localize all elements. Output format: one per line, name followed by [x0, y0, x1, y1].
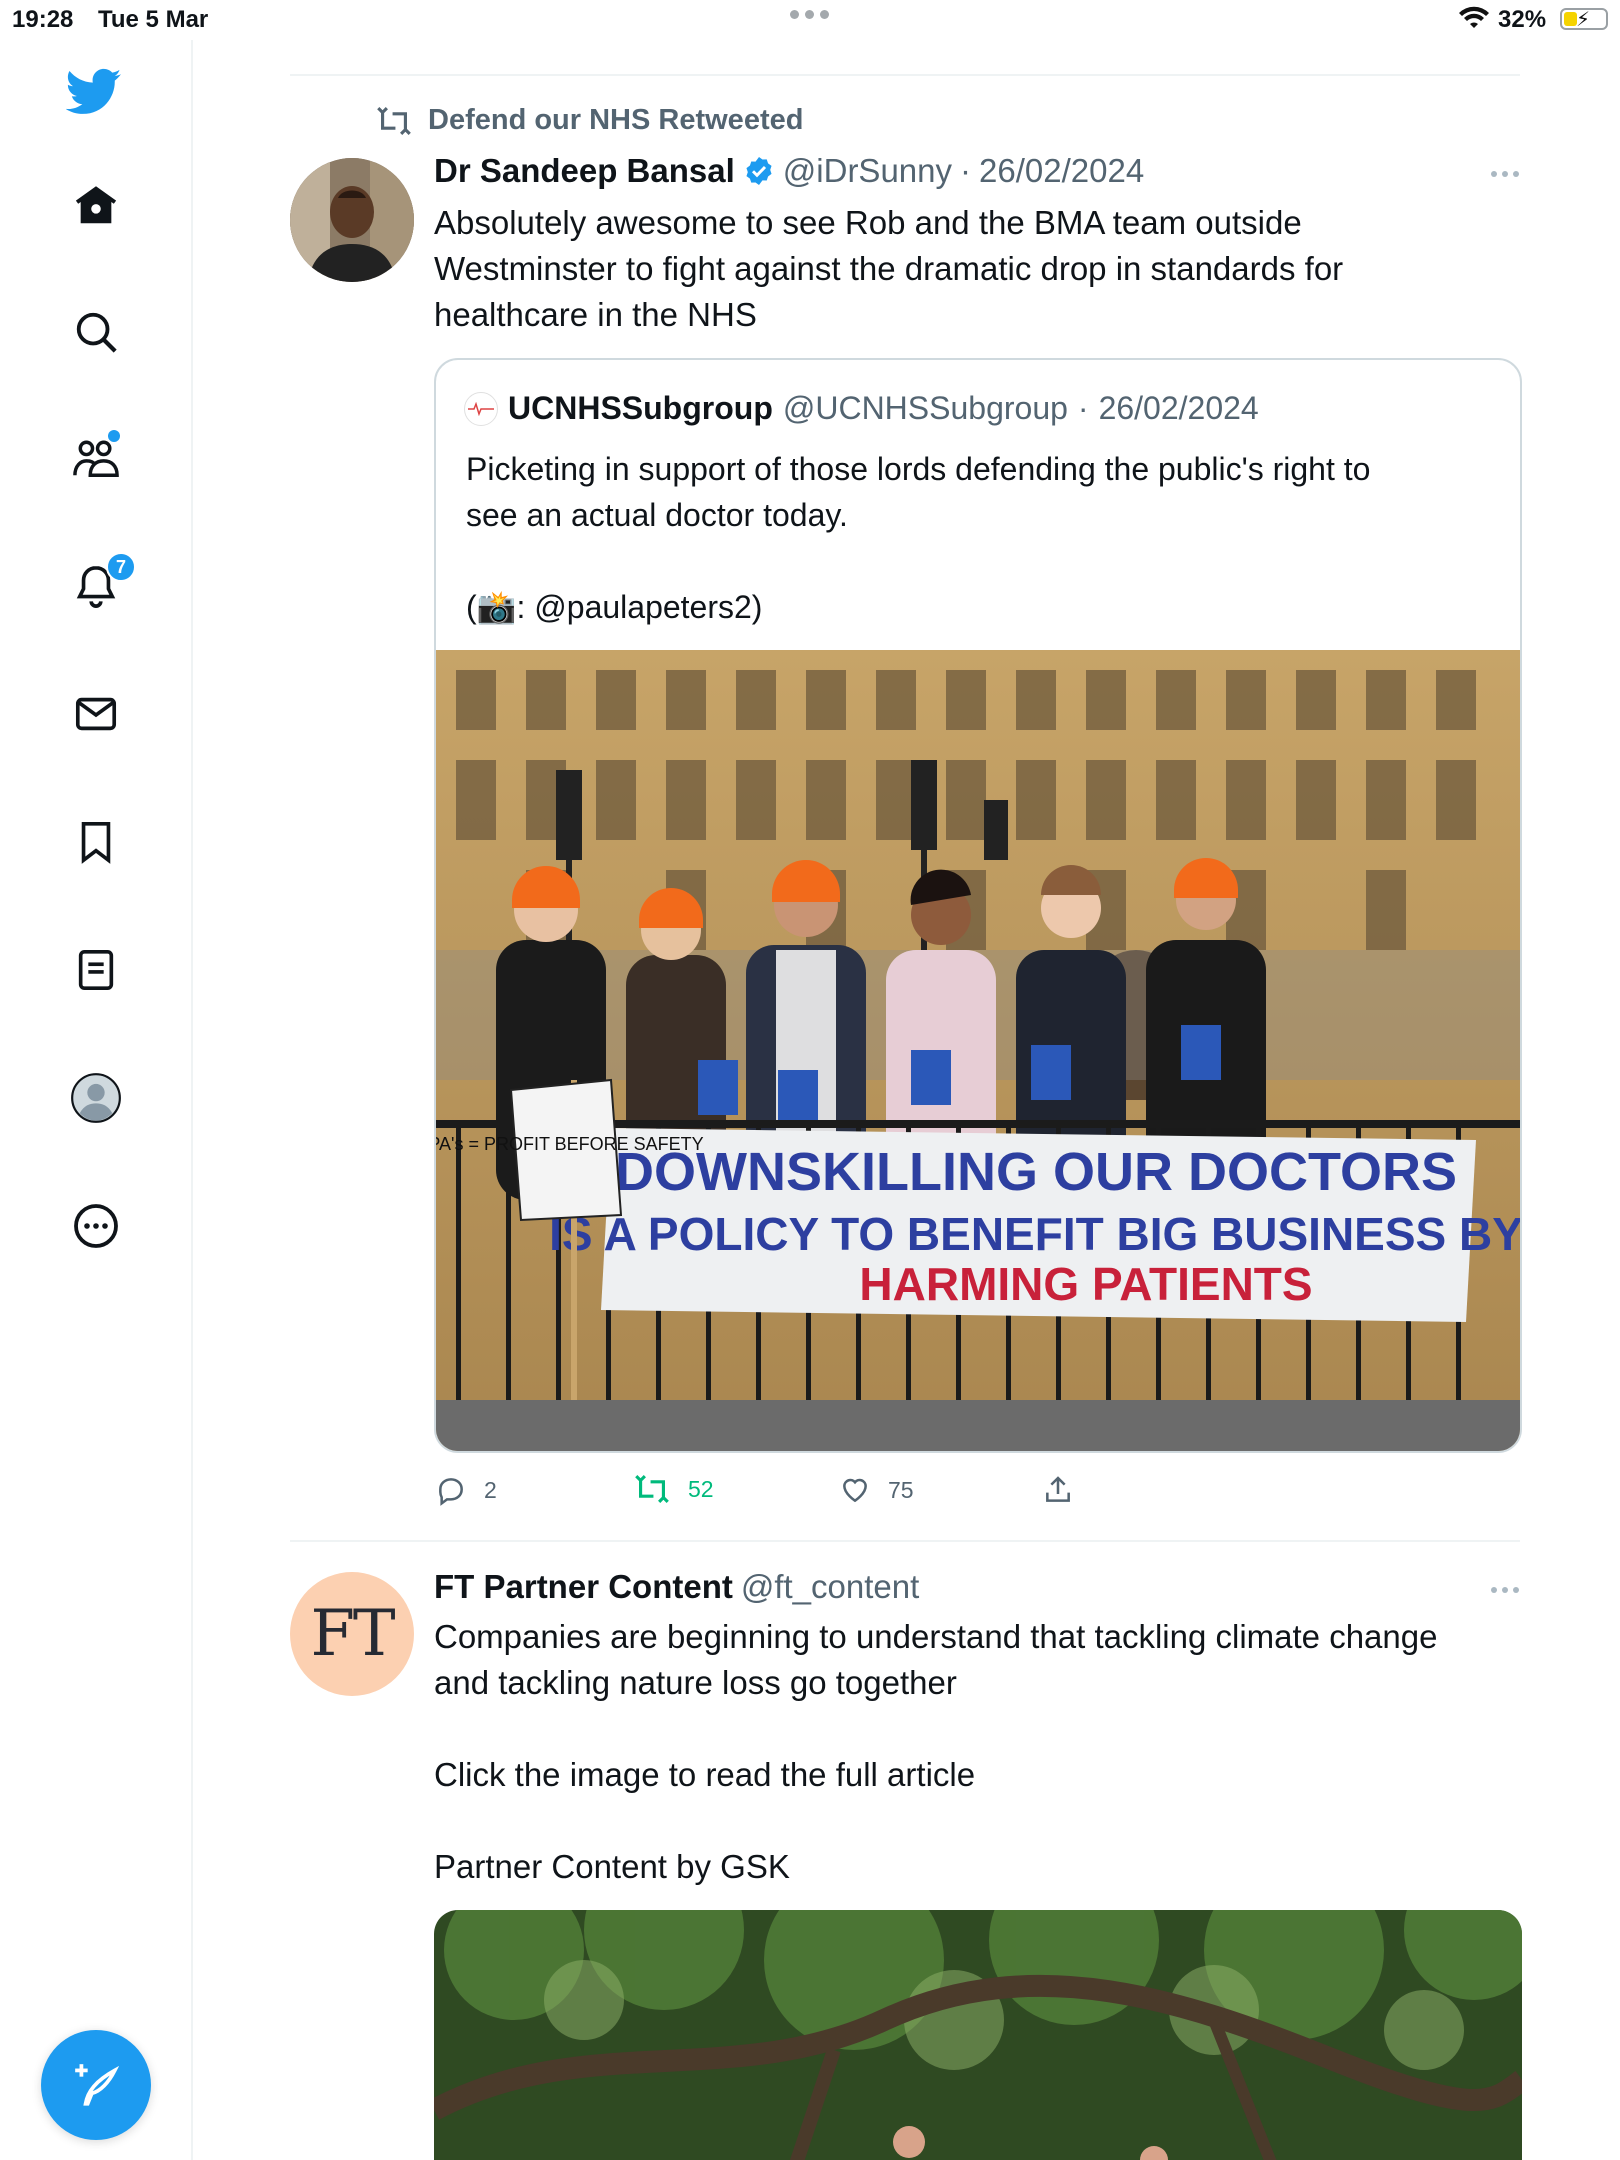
quoted-avatar [464, 391, 498, 426]
sidebar-item-communities[interactable] [66, 428, 126, 488]
compose-icon [75, 2064, 120, 2106]
bookmark-icon [81, 821, 111, 864]
tweet-text: Companies are beginning to understand th… [434, 1618, 1438, 1885]
communities-dot-badge [108, 430, 120, 442]
author-name[interactable]: FT Partner Content [434, 1568, 733, 1606]
ft-avatar[interactable]: FT [290, 1572, 414, 1696]
sidebar-nav: 7 [0, 40, 193, 2160]
twitter-logo-icon[interactable] [64, 62, 124, 122]
tweet-actions: 2 52 75 [434, 1474, 1134, 1514]
status-time: 19:28 [12, 6, 74, 33]
compose-tweet-button[interactable] [41, 2030, 151, 2140]
tweet-date[interactable]: 26/02/2024 [979, 152, 1144, 190]
sidebar-item-lists[interactable] [66, 940, 126, 1000]
quoted-tweet-header: UCNHSSubgroup @UCNHSSubgroup · 26/02/202… [464, 390, 1259, 427]
verified-badge-icon [746, 157, 772, 185]
multitasking-dots-icon[interactable] [790, 10, 829, 19]
avatar-icon [71, 1073, 121, 1123]
notification-count-badge: 7 [106, 552, 136, 582]
tweet-text: Absolutely awesome to see Rob and the BM… [434, 204, 1344, 333]
author-name[interactable]: Dr Sandeep Bansal [434, 152, 735, 190]
tweet-header: Dr Sandeep Bansal @iDrSunny · 26/02/2024 [434, 152, 1144, 190]
tweet-header: FT Partner Content @ft_content [434, 1568, 919, 1606]
status-bar: 19:28 Tue 5 Mar 32% ⚡ [0, 0, 1620, 40]
reply-icon [439, 1478, 463, 1506]
banner-line-3: HARMING PATIENTS [859, 1258, 1312, 1310]
author-handle[interactable]: @ft_content [741, 1568, 919, 1606]
retweet-icon [635, 1475, 669, 1503]
quoted-author-name: UCNHSSubgroup [508, 390, 773, 426]
avatar[interactable] [290, 158, 414, 282]
more-circle-icon [74, 1204, 118, 1248]
reply-count: 2 [484, 1476, 497, 1503]
mail-icon [75, 697, 117, 731]
quoted-tweet-text: Picketing in support of those lords defe… [466, 451, 1371, 625]
wifi-icon [1459, 6, 1489, 28]
banner-line-1: DOWNSKILLING OUR DOCTORS [615, 1142, 1457, 1202]
banner-line-2: IS A POLICY TO BENEFIT BIG BUSINESS BY [549, 1208, 1522, 1260]
retweet-context[interactable]: Defend our NHS Retweeted [374, 104, 803, 137]
sidebar-item-home[interactable] [66, 176, 126, 236]
quoted-author-handle: @UCNHSSubgroup [782, 390, 1068, 426]
sidebar-item-profile[interactable] [66, 1068, 126, 1128]
home-icon [75, 186, 117, 224]
tweet-more-icon[interactable] [1491, 171, 1519, 177]
protest-photo[interactable]: DOWNSKILLING OUR DOCTORS IS A POLICY TO … [436, 650, 1522, 1453]
battery-percent: 32% [1498, 6, 1547, 33]
sidebar-item-notifications[interactable]: 7 [66, 552, 136, 616]
forest-photo[interactable] [434, 1910, 1522, 2160]
list-icon [78, 949, 114, 991]
retweet-icon [377, 106, 411, 135]
status-date: Tue 5 Mar [98, 6, 209, 33]
sidebar-item-messages[interactable] [66, 684, 126, 744]
tweet-divider [290, 1540, 1520, 1542]
sidebar-item-bookmarks[interactable] [66, 812, 126, 872]
protest-sign-text: PA's = PROFIT BEFORE SAFETY [436, 1134, 704, 1154]
retweet-count: 52 [688, 1475, 714, 1502]
author-handle[interactable]: @iDrSunny [783, 152, 952, 190]
retweeted-by-label: Defend our NHS Retweeted [428, 104, 804, 136]
separator-dot: · [960, 152, 972, 189]
search-icon [76, 312, 117, 353]
reply-button[interactable]: 2 [434, 1474, 497, 1506]
quoted-tweet-date: 26/02/2024 [1098, 390, 1259, 426]
like-button[interactable]: 75 [838, 1474, 914, 1506]
timeline-divider [290, 74, 1520, 76]
share-button[interactable] [1042, 1474, 1074, 1506]
sidebar-item-more[interactable] [66, 1196, 126, 1256]
heart-icon [843, 1478, 867, 1503]
tweet-more-icon[interactable] [1491, 1587, 1519, 1593]
quoted-tweet[interactable]: UCNHSSubgroup @UCNHSSubgroup · 26/02/202… [434, 358, 1522, 1453]
quoted-separator-dot: · [1077, 390, 1089, 426]
share-icon [1046, 1476, 1070, 1502]
sidebar-item-explore[interactable] [66, 302, 126, 362]
charging-bolt-icon: ⚡ [1576, 9, 1591, 31]
battery-icon: ⚡ [1560, 8, 1608, 31]
like-count: 75 [888, 1476, 914, 1503]
retweet-button[interactable]: 52 [632, 1474, 714, 1504]
